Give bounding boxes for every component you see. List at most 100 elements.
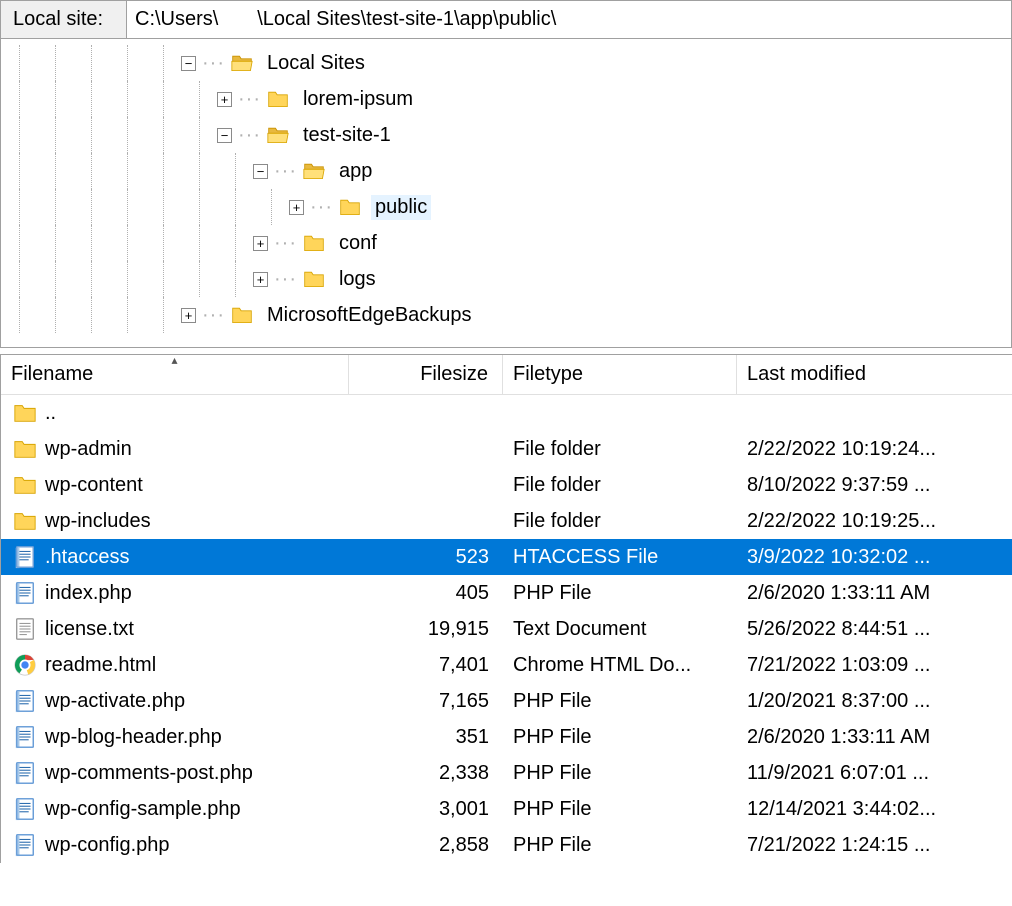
column-header-modified[interactable]: Last modified (737, 355, 1012, 394)
file-row[interactable]: wp-admin File folder 2/22/2022 10:19:24.… (1, 431, 1012, 467)
tree-expand-icon[interactable]: + (253, 236, 268, 251)
file-type-cell: PHP File (503, 582, 737, 605)
file-row[interactable]: index.php 405 PHP File 2/6/2020 1:33:11 … (1, 575, 1012, 611)
tree-item[interactable]: −···Local Sites (1, 45, 1011, 81)
file-type-cell: PHP File (503, 834, 737, 857)
file-row[interactable]: wp-blog-header.php 351 PHP File 2/6/2020… (1, 719, 1012, 755)
tree-item-label: Local Sites (263, 51, 369, 76)
tree-guide (1, 45, 37, 81)
file-row[interactable]: wp-comments-post.php 2,338 PHP File 11/9… (1, 755, 1012, 791)
tree-expand-icon[interactable]: + (217, 92, 232, 107)
tree-guide (73, 153, 109, 189)
tree-item[interactable]: −···test-site-1 (1, 117, 1011, 153)
tree-item[interactable]: +···lorem-ipsum (1, 81, 1011, 117)
local-path-input[interactable] (133, 7, 1011, 32)
tree-guide (181, 261, 217, 297)
file-type-cell: File folder (503, 510, 737, 533)
file-name-cell: index.php (1, 581, 349, 605)
file-row[interactable]: wp-includes File folder 2/22/2022 10:19:… (1, 503, 1012, 539)
file-list-header: Filename ▴ Filesize Filetype Last modifi… (1, 355, 1012, 395)
tree-expand-icon[interactable]: + (289, 200, 304, 215)
folder-open-icon (229, 52, 255, 74)
tree-guide (145, 297, 181, 333)
file-type-cell: PHP File (503, 762, 737, 785)
tree-guide (109, 189, 145, 225)
file-type-cell: PHP File (503, 798, 737, 821)
file-type-cell: HTACCESS File (503, 546, 737, 569)
tree-item-label: MicrosoftEdgeBackups (263, 303, 476, 328)
file-size-cell: 351 (349, 726, 503, 749)
tree-collapse-icon[interactable]: − (217, 128, 232, 143)
tree-item-label: app (335, 159, 376, 184)
tree-guide (145, 45, 181, 81)
column-header-filetype-label: Filetype (513, 363, 583, 386)
tree-item[interactable]: +···logs (1, 261, 1011, 297)
file-row[interactable]: wp-activate.php 7,165 PHP File 1/20/2021… (1, 683, 1012, 719)
tree-guide (73, 81, 109, 117)
tree-connector: ··· (310, 196, 333, 219)
file-name: wp-includes (45, 510, 151, 533)
file-size-cell: 2,338 (349, 762, 503, 785)
tree-item[interactable]: + ··· conf (1, 225, 1011, 261)
file-size-cell: 523 (349, 546, 503, 569)
tree-guide (109, 117, 145, 153)
file-name-cell: wp-includes (1, 509, 349, 533)
column-header-filename[interactable]: Filename ▴ (1, 355, 349, 394)
file-name-cell: license.txt (1, 617, 349, 641)
tree-guide (145, 153, 181, 189)
file-row[interactable]: .. (1, 395, 1012, 431)
tree-item-label: public (371, 195, 431, 220)
tree-guide (1, 297, 37, 333)
tree-expand-icon[interactable]: + (253, 272, 268, 287)
tree-guide (217, 225, 253, 261)
file-name: wp-config.php (45, 834, 170, 857)
folder-open-icon (265, 124, 291, 146)
tree-guide (73, 225, 109, 261)
file-name: wp-blog-header.php (45, 726, 222, 749)
file-type-cell: Chrome HTML Do... (503, 654, 737, 677)
tree-guide (181, 117, 217, 153)
file-size-cell: 7,165 (349, 690, 503, 713)
column-header-modified-label: Last modified (747, 363, 866, 386)
tree-guide (181, 81, 217, 117)
folder-icon (13, 437, 37, 461)
tree-guide (217, 153, 253, 189)
file-name: .. (45, 402, 56, 425)
tree-guide (1, 117, 37, 153)
tree-guide (181, 153, 217, 189)
file-row[interactable]: readme.html 7,401 Chrome HTML Do... 7/21… (1, 647, 1012, 683)
tree-collapse-icon[interactable]: − (253, 164, 268, 179)
file-name: readme.html (45, 654, 156, 677)
file-list[interactable]: .. wp-admin File folder 2/22/2022 10:19:… (1, 395, 1012, 863)
file-size-cell: 2,858 (349, 834, 503, 857)
tree-guide (37, 117, 73, 153)
file-row[interactable]: wp-config.php 2,858 PHP File 7/21/2022 1… (1, 827, 1012, 863)
file-type-cell: File folder (503, 474, 737, 497)
tree-item[interactable]: +···MicrosoftEdgeBackups (1, 297, 1011, 333)
tree-guide (145, 81, 181, 117)
file-name-cell: .. (1, 401, 349, 425)
file-row[interactable]: license.txt 19,915 Text Document 5/26/20… (1, 611, 1012, 647)
tree-connector: ··· (274, 232, 297, 255)
tree-guide (73, 297, 109, 333)
tree-item[interactable]: −···app (1, 153, 1011, 189)
folder-icon (13, 473, 37, 497)
tree-item-label: logs (335, 267, 380, 292)
column-header-filetype[interactable]: Filetype (503, 355, 737, 394)
directory-tree[interactable]: −···Local Sites+···lorem-ipsum−···test-s… (1, 39, 1011, 347)
file-row[interactable]: wp-config-sample.php 3,001 PHP File 12/1… (1, 791, 1012, 827)
path-bar: Local site: (1, 1, 1011, 39)
tree-collapse-icon[interactable]: − (181, 56, 196, 71)
file-modified-cell: 12/14/2021 3:44:02... (737, 798, 1012, 821)
file-modified-cell: 1/20/2021 8:37:00 ... (737, 690, 1012, 713)
tree-item[interactable]: + ··· public (1, 189, 1011, 225)
file-modified-cell: 2/6/2020 1:33:11 AM (737, 582, 1012, 605)
file-row[interactable]: wp-content File folder 8/10/2022 9:37:59… (1, 467, 1012, 503)
column-header-filesize[interactable]: Filesize (349, 355, 503, 394)
tree-item-label: conf (335, 231, 381, 256)
tree-guide (145, 225, 181, 261)
file-row[interactable]: .htaccess 523 HTACCESS File 3/9/2022 10:… (1, 539, 1012, 575)
tree-expand-icon[interactable]: + (181, 308, 196, 323)
tree-guide (1, 261, 37, 297)
file-name-cell: wp-admin (1, 437, 349, 461)
